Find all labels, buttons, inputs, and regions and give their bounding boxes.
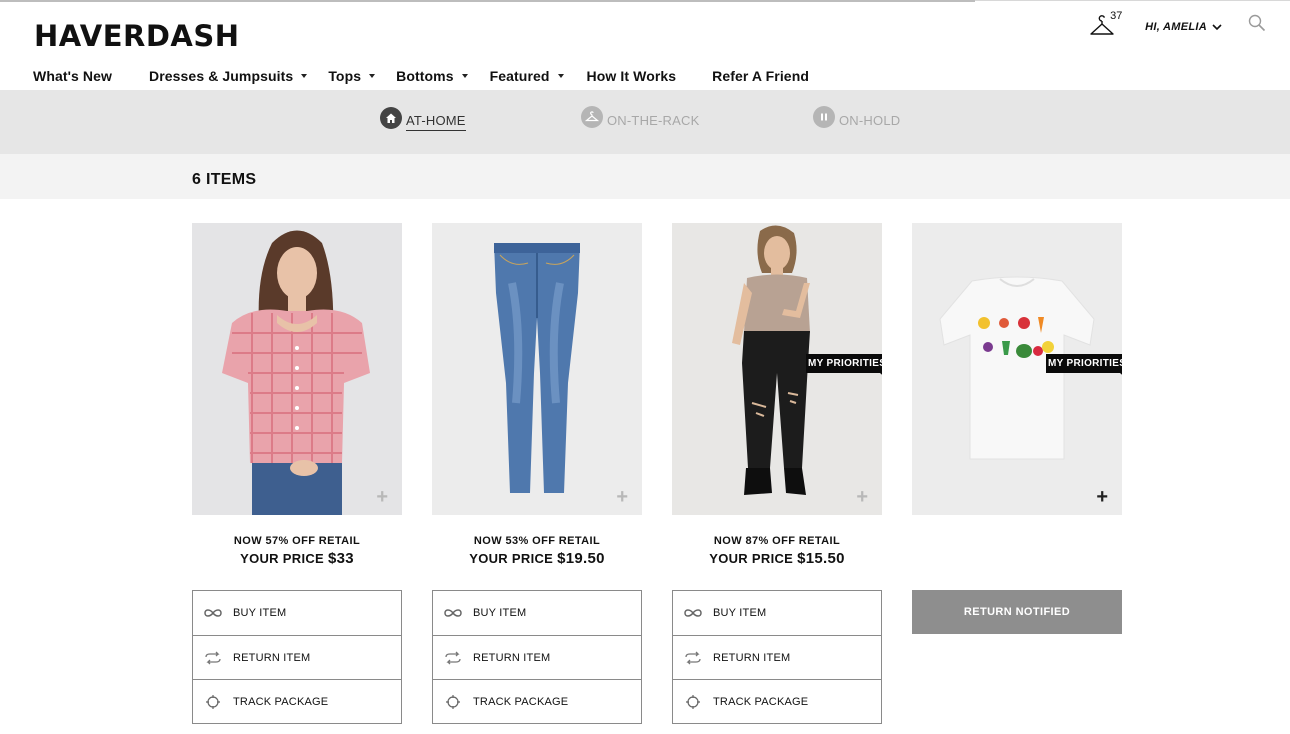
- brand-logo[interactable]: HAVERDASH: [34, 19, 240, 53]
- tab-at-home[interactable]: AT-HOME: [380, 107, 466, 131]
- track-package-button[interactable]: TRACK PACKAGE: [193, 679, 401, 723]
- discount-text: NOW 53% OFF RETAIL: [473, 535, 601, 547]
- nav-tops[interactable]: Tops: [328, 68, 376, 84]
- tab-label: ON-THE-RACK: [607, 113, 700, 128]
- item-actions: BUY ITEM RETURN ITEM TRACK PACKAGE: [192, 590, 402, 724]
- closet-tabs: AT-HOME ON-THE-RACK ON-HOLD: [0, 90, 1290, 154]
- caret-down-icon: [369, 74, 376, 78]
- track-package-button[interactable]: TRACK PACKAGE: [673, 679, 881, 723]
- add-icon[interactable]: +: [856, 487, 868, 507]
- nav-bottoms[interactable]: Bottoms: [396, 68, 468, 84]
- chevron-down-icon: [1212, 23, 1222, 30]
- add-icon[interactable]: +: [376, 487, 388, 507]
- my-priorities-badge: MY PRIORITIES: [806, 354, 882, 380]
- discount-text: NOW 57% OFF RETAIL: [233, 535, 361, 547]
- product-card: + NOW 57% OFF RETAIL YOUR PRICE $33 BUY …: [192, 223, 402, 724]
- top-border: [0, 0, 975, 2]
- return-item-button[interactable]: RETURN ITEM: [433, 635, 641, 679]
- return-arrows-icon: [193, 651, 233, 665]
- track-package-button[interactable]: TRACK PACKAGE: [433, 679, 641, 723]
- my-priorities-badge: MY PRIORITIES: [1046, 354, 1122, 380]
- crosshair-icon: [673, 694, 713, 710]
- header-utilities: 37 HI, AMELIA: [1089, 10, 1266, 42]
- nav-how-it-works[interactable]: How It Works: [587, 68, 677, 84]
- tab-label: AT-HOME: [406, 113, 466, 131]
- return-notified-button[interactable]: RETURN NOTIFIED: [912, 590, 1122, 634]
- return-arrows-icon: [433, 651, 473, 665]
- infinity-icon: [193, 608, 233, 618]
- item-actions: BUY ITEM RETURN ITEM TRACK PACKAGE: [432, 590, 642, 724]
- search-icon[interactable]: [1248, 14, 1266, 32]
- home-icon: [380, 107, 402, 129]
- greeting-text: HI, AMELIA: [1145, 21, 1207, 33]
- return-arrows-icon: [673, 651, 713, 665]
- crosshair-icon: [193, 694, 233, 710]
- closet-hanger-button[interactable]: 37: [1089, 10, 1122, 39]
- tab-label: ON-HOLD: [839, 113, 901, 128]
- product-photo-top: [222, 230, 370, 515]
- return-item-button[interactable]: RETURN ITEM: [193, 635, 401, 679]
- tab-on-hold[interactable]: ON-HOLD: [813, 105, 901, 128]
- caret-down-icon: [301, 74, 308, 78]
- product-image[interactable]: +: [432, 223, 642, 515]
- nav-whats-new[interactable]: What's New: [33, 68, 112, 84]
- product-card: MY PRIORITIES + NOW 87% OFF RETAIL YOUR …: [672, 223, 882, 724]
- product-image[interactable]: +: [192, 223, 402, 515]
- nav-dresses-jumpsuits[interactable]: Dresses & Jumpsuits: [149, 68, 308, 84]
- hanger-icon: [581, 105, 603, 128]
- infinity-icon: [673, 608, 713, 618]
- hanger-count-badge: 37: [1110, 10, 1123, 22]
- main-nav: What's New Dresses & Jumpsuits Tops Bott…: [33, 66, 809, 86]
- nav-refer-a-friend[interactable]: Refer A Friend: [712, 68, 809, 84]
- account-menu[interactable]: HI, AMELIA: [1145, 21, 1222, 33]
- add-icon[interactable]: +: [616, 487, 628, 507]
- caret-down-icon: [461, 74, 468, 78]
- buy-item-button[interactable]: BUY ITEM: [193, 591, 401, 635]
- return-item-button[interactable]: RETURN ITEM: [673, 635, 881, 679]
- items-count: 6 ITEMS: [192, 171, 257, 188]
- caret-down-icon: [557, 74, 564, 78]
- buy-item-button[interactable]: BUY ITEM: [673, 591, 881, 635]
- add-icon[interactable]: +: [1096, 487, 1108, 507]
- product-card: MY PRIORITIES + RETURN NOTIFIED: [912, 223, 1122, 634]
- product-image[interactable]: MY PRIORITIES +: [912, 223, 1122, 515]
- crosshair-icon: [433, 694, 473, 710]
- your-price: YOUR PRICE $15.50: [709, 550, 845, 567]
- tab-on-the-rack[interactable]: ON-THE-RACK: [581, 105, 700, 128]
- buy-item-button[interactable]: BUY ITEM: [433, 591, 641, 635]
- nav-featured[interactable]: Featured: [490, 68, 564, 84]
- your-price: YOUR PRICE $33: [240, 550, 354, 567]
- item-actions: BUY ITEM RETURN ITEM TRACK PACKAGE: [672, 590, 882, 724]
- product-card: + NOW 53% OFF RETAIL YOUR PRICE $19.50 B…: [432, 223, 642, 724]
- your-price: YOUR PRICE $19.50: [469, 550, 605, 567]
- top-border-right: [975, 0, 1290, 1]
- product-photo-jeans: [494, 243, 580, 493]
- items-header: 6 ITEMS: [0, 154, 1290, 199]
- infinity-icon: [433, 608, 473, 618]
- pause-icon: [813, 105, 835, 128]
- discount-text: NOW 87% OFF RETAIL: [713, 535, 841, 547]
- product-image[interactable]: MY PRIORITIES +: [672, 223, 882, 515]
